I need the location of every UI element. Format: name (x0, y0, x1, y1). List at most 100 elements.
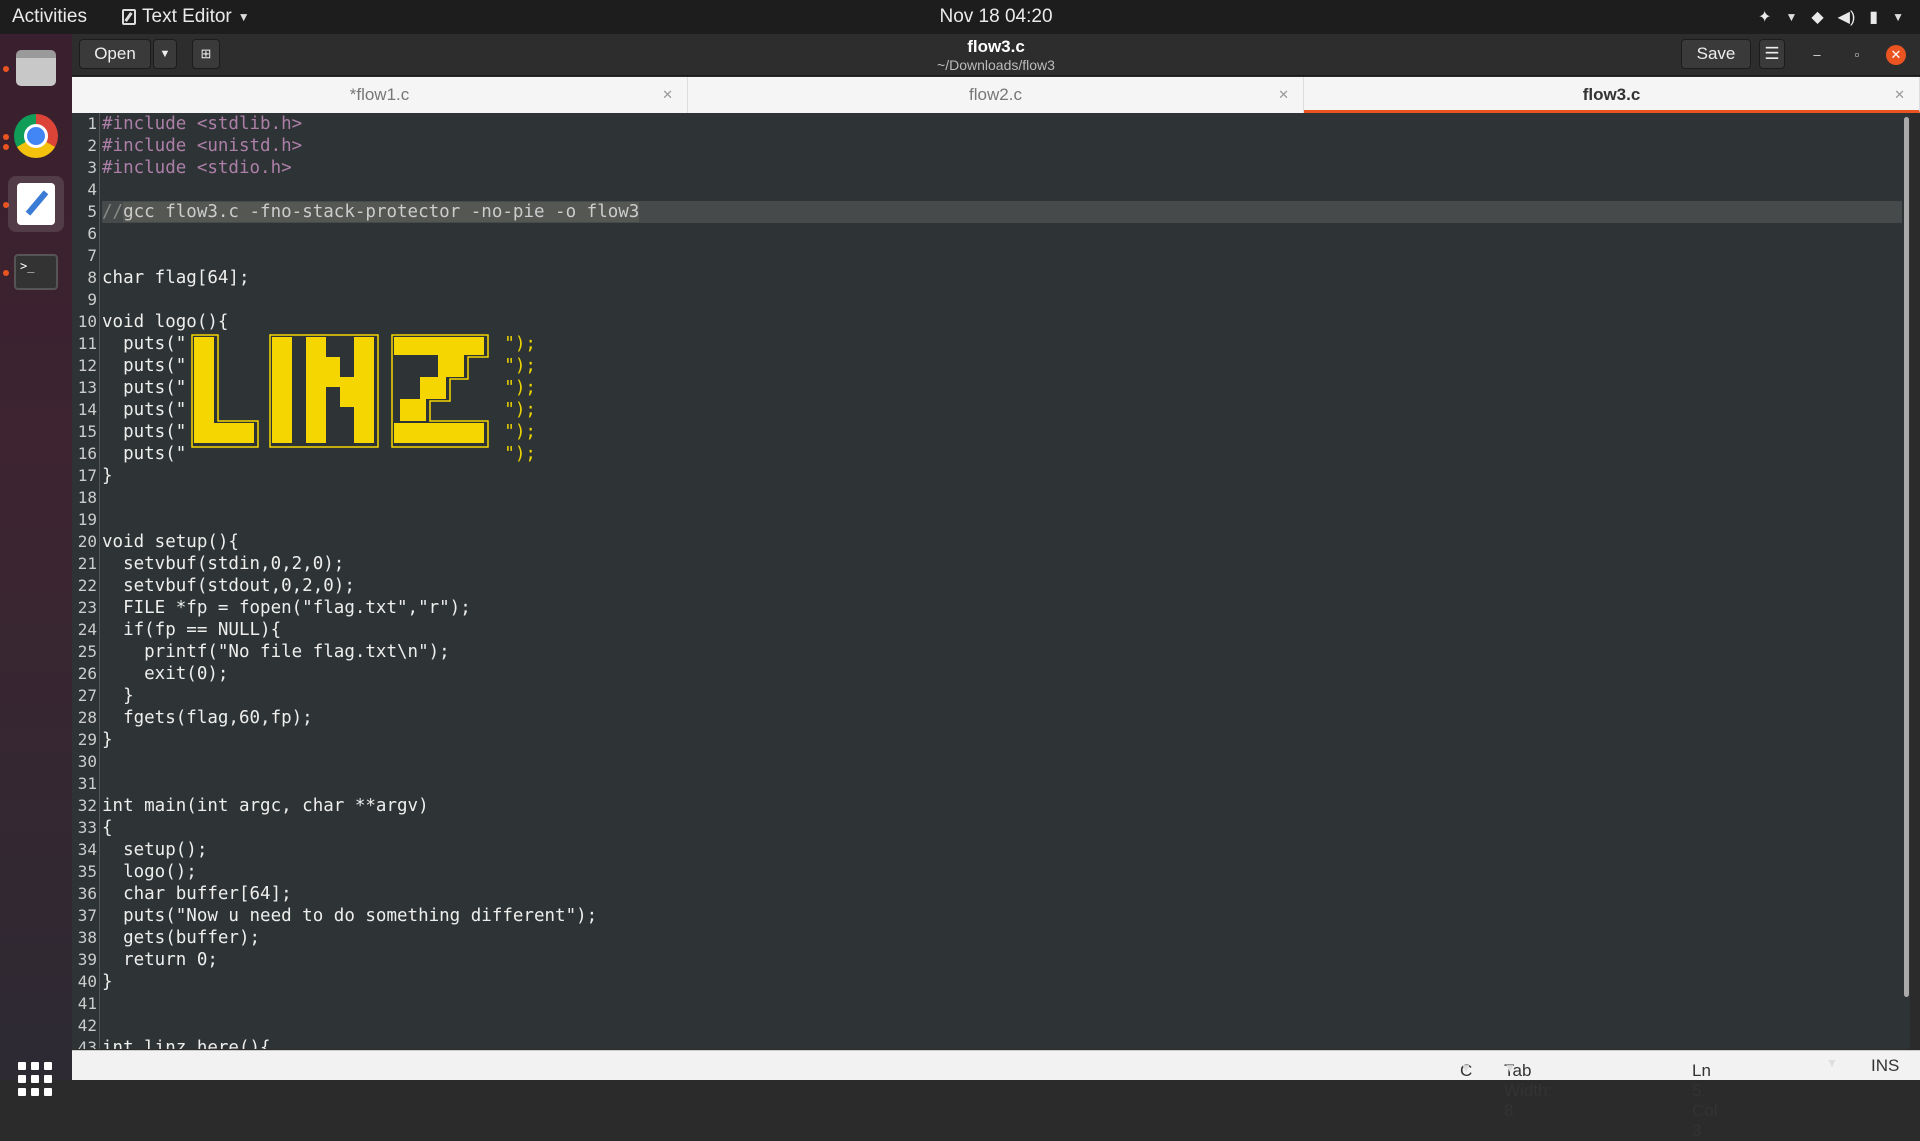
line-number: 17 (77, 466, 97, 485)
code-text: setup(); (102, 840, 208, 860)
code-line[interactable] (102, 487, 1910, 509)
code-line[interactable]: } (102, 685, 1910, 707)
code-text: printf("No file flag.txt\n"); (102, 642, 450, 662)
code-text: } (102, 466, 113, 486)
line-number: 15 (77, 422, 97, 441)
terminal-launcher[interactable]: >_ (8, 244, 64, 300)
volume-icon[interactable]: ◀) (1838, 7, 1856, 27)
maximize-button[interactable]: ▫ (1848, 46, 1866, 64)
code-line[interactable]: gets(buffer); (102, 927, 1910, 949)
code-line[interactable] (102, 509, 1910, 531)
code-line[interactable]: #include <unistd.h> (102, 135, 1910, 157)
code-line[interactable]: return 0; (102, 949, 1910, 971)
battery-icon[interactable]: ▮ (1869, 7, 1878, 27)
line-number: 30 (77, 752, 97, 771)
code-line[interactable]: puts("Now u need to do something differe… (102, 905, 1910, 927)
code-line[interactable]: setvbuf(stdin,0,2,0); (102, 553, 1910, 575)
code-line[interactable]: exit(0); (102, 663, 1910, 685)
linz-logo-art (191, 334, 489, 448)
code-line[interactable]: fgets(flag,60,fp); (102, 707, 1910, 729)
code-line[interactable]: } (102, 465, 1910, 487)
tab-flow3[interactable]: flow3.c ✕ (1304, 77, 1920, 113)
chevron-down-icon[interactable]: ▼ (1826, 1056, 1838, 1070)
line-number: 18 (77, 488, 97, 507)
code-line[interactable]: int linz_here(){ (102, 1037, 1910, 1049)
code-line[interactable] (102, 289, 1910, 311)
text-editor-launcher[interactable] (8, 176, 64, 232)
line-number: 24 (77, 620, 97, 639)
selected-text: gcc flow3.c -fno-stack-protector -no-pie… (123, 202, 640, 222)
close-icon[interactable]: ✕ (662, 77, 673, 113)
code-line[interactable]: #include <stdlib.h> (102, 113, 1910, 135)
code-line[interactable]: setvbuf(stdout,0,2,0); (102, 575, 1910, 597)
line-number: 33 (77, 818, 97, 837)
code-line[interactable]: char flag[64]; (102, 267, 1910, 289)
insert-mode[interactable]: INS (1871, 1056, 1899, 1076)
code-line[interactable]: FILE *fp = fopen("flag.txt","r"); (102, 597, 1910, 619)
code-line[interactable]: char buffer[64]; (102, 883, 1910, 905)
chevron-down-icon[interactable]: ▼ (1892, 10, 1904, 24)
dock: >_ (0, 34, 72, 1096)
save-button[interactable]: Save (1681, 39, 1751, 69)
line-number: 5 (87, 202, 97, 221)
chevron-down-icon[interactable]: ▼ (1785, 10, 1797, 24)
code-line[interactable]: } (102, 971, 1910, 993)
code-text: } (102, 730, 113, 750)
chrome-launcher[interactable] (8, 108, 64, 164)
tab-flow2[interactable]: flow2.c ✕ (688, 77, 1304, 113)
vertical-scrollbar[interactable] (1902, 113, 1910, 1049)
close-button[interactable]: ✕ (1886, 45, 1906, 65)
code-line[interactable] (102, 773, 1910, 795)
tab-flow1[interactable]: *flow1.c ✕ (72, 77, 688, 113)
line-number: 32 (77, 796, 97, 815)
code-line-current[interactable]: //gcc flow3.c -fno-stack-protector -no-p… (102, 201, 1910, 223)
code-line[interactable] (102, 751, 1910, 773)
show-applications-icon[interactable] (18, 1062, 52, 1096)
code-line[interactable] (102, 179, 1910, 201)
hamburger-menu-button[interactable]: ☰ (1759, 39, 1785, 69)
close-icon[interactable]: ✕ (1278, 77, 1289, 113)
accessibility-icon[interactable]: ✦ (1758, 7, 1771, 27)
tab-label: *flow1.c (349, 85, 410, 104)
code-text: puts(" (102, 422, 187, 442)
close-icon[interactable]: ✕ (1894, 77, 1905, 113)
code-line[interactable] (102, 245, 1910, 267)
system-tray[interactable]: ✦ ▼ ◆ ◀) ▮ ▼ (1758, 7, 1904, 27)
tab-label: flow2.c (969, 85, 1022, 104)
clock[interactable]: Nov 18 04:20 (0, 6, 1920, 28)
files-launcher[interactable] (8, 40, 64, 96)
code-line[interactable]: } (102, 729, 1910, 751)
line-number: 41 (77, 994, 97, 1013)
line-number: 22 (77, 576, 97, 595)
code-line[interactable] (102, 1015, 1910, 1037)
code-area[interactable]: #include <stdlib.h> #include <unistd.h> … (102, 113, 1910, 1049)
chrome-icon (14, 114, 58, 158)
line-number: 39 (77, 950, 97, 969)
wifi-icon[interactable]: ◆ (1811, 7, 1823, 27)
code-line[interactable]: if(fp == NULL){ (102, 619, 1910, 641)
line-number: 23 (77, 598, 97, 617)
minimize-button[interactable]: – (1808, 46, 1826, 64)
scrollbar-thumb[interactable] (1904, 117, 1909, 997)
line-number: 8 (87, 268, 97, 287)
code-line[interactable]: void logo(){ (102, 311, 1910, 333)
line-number: 14 (77, 400, 97, 419)
code-line[interactable]: void setup(){ (102, 531, 1910, 553)
code-line[interactable]: { (102, 817, 1910, 839)
code-line[interactable] (102, 223, 1910, 245)
code-line[interactable]: int main(int argc, char **argv) (102, 795, 1910, 817)
code-line[interactable] (102, 993, 1910, 1015)
tab-label: flow3.c (1582, 85, 1641, 104)
line-number: 12 (77, 356, 97, 375)
code-line[interactable]: setup(); (102, 839, 1910, 861)
chevron-down-icon: ▼ (1504, 1061, 1516, 1075)
code-line[interactable]: printf("No file flag.txt\n"); (102, 641, 1910, 663)
line-number: 26 (77, 664, 97, 683)
line-number: 31 (77, 774, 97, 793)
line-number: 35 (77, 862, 97, 881)
code-line[interactable]: #include <stdio.h> (102, 157, 1910, 179)
code-line[interactable]: logo(); (102, 861, 1910, 883)
code-editor[interactable]: 1 2 3 4 5 6 7 8 9 10 11 12 13 14 15 16 17 18 19 20 21 22 23 24 2… (72, 113, 1910, 1049)
line-number: 11 (77, 334, 97, 353)
line-number: 21 (77, 554, 97, 573)
